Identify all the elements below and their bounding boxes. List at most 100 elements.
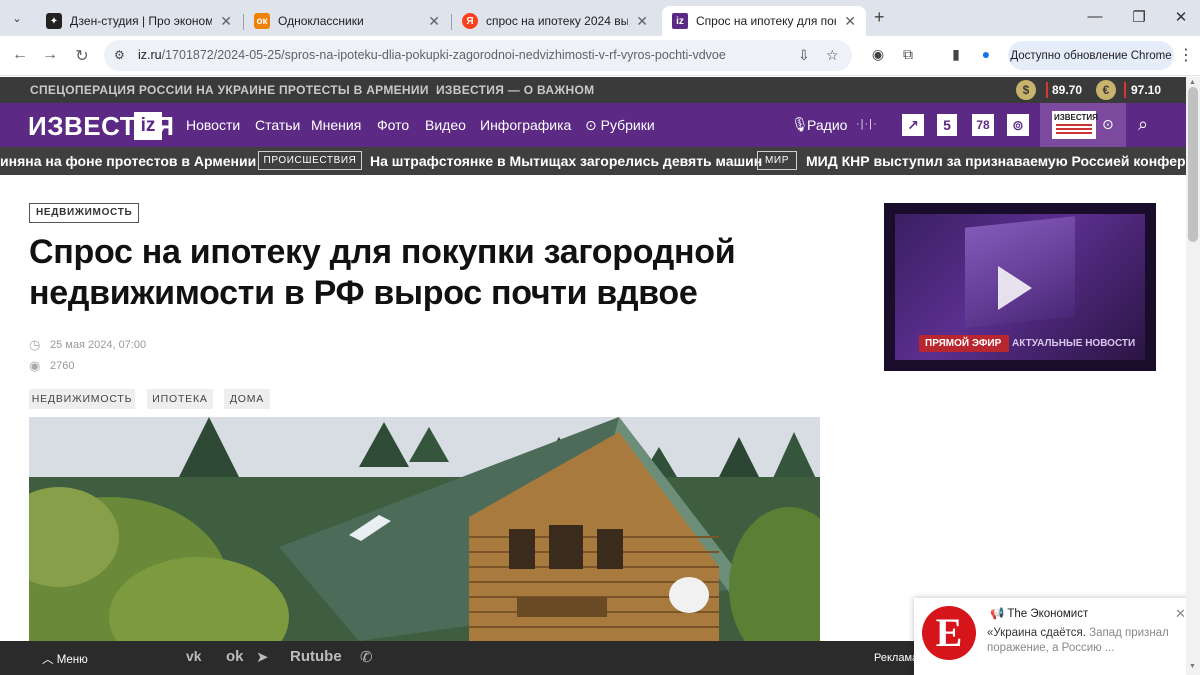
back-arrow-icon[interactable]: ← xyxy=(10,46,30,64)
address-bar[interactable]: ⚙ iz.ru/1701872/2024-05-25/spros-na-ipot… xyxy=(104,40,852,71)
radio-wave-icon[interactable]: ·|·|· xyxy=(856,118,878,130)
video-caption: ПРЯМОЙ ЭФИР АКТУАЛЬНЫЕ НОВОСТИ xyxy=(919,335,1135,352)
bottom-menu-button[interactable]: ︿ Меню xyxy=(42,651,88,667)
ticker-item[interactable]: На штрафстоянке в Мытищах загорелись дев… xyxy=(370,153,762,169)
channel-5-link[interactable]: 5 xyxy=(937,114,957,136)
notification-headline: «Украина сдаётся. xyxy=(987,627,1086,639)
rutube-link[interactable]: Rutube xyxy=(290,648,342,665)
nav-opinions[interactable]: Мнения xyxy=(311,117,361,133)
news-label: АКТУАЛЬНЫЕ НОВОСТИ xyxy=(1012,338,1136,349)
forward-arrow-icon[interactable]: → xyxy=(40,46,60,64)
ad-label: Реклама xyxy=(874,652,919,664)
hot-topic-link[interactable]: СПЕЦОПЕРАЦИЯ РОССИИ НА УКРАИНЕ xyxy=(30,83,275,97)
nav-news[interactable]: Новости xyxy=(186,117,240,133)
live-video-player[interactable]: ПРЯМОЙ ЭФИР АКТУАЛЬНЫЕ НОВОСТИ xyxy=(884,203,1156,371)
nav-video[interactable]: Видео xyxy=(425,117,466,133)
tab-izvestia-article[interactable]: iz Спрос на ипотеку для покупки ✕ xyxy=(662,6,866,36)
chevron-up-icon: ︿ xyxy=(42,654,57,666)
clock-icon: ◷ xyxy=(29,337,41,352)
scroll-down-arrow-icon[interactable]: ▼ xyxy=(1189,663,1196,670)
viber-icon[interactable]: ✆ xyxy=(360,648,373,666)
tab-close-icon[interactable]: ✕ xyxy=(844,13,856,30)
eur-trend-bar xyxy=(1124,82,1126,98)
close-icon[interactable]: ✕ xyxy=(1175,606,1186,622)
push-notification[interactable]: E 📢 The Экономист «Украина сдаётся. Запа… xyxy=(914,598,1194,675)
usd-icon: $ xyxy=(1016,80,1036,100)
scroll-up-arrow-icon[interactable]: ▲ xyxy=(1189,79,1196,86)
nav-articles[interactable]: Статьи xyxy=(255,117,300,133)
hot-topic-link[interactable]: ПРОТЕСТЫ В АРМЕНИИ xyxy=(279,83,429,97)
tab-close-icon[interactable]: ✕ xyxy=(636,13,648,30)
yandex-favicon-icon: Я xyxy=(462,13,478,29)
nav-rubrics[interactable]: ⊙ Рубрики xyxy=(585,117,655,134)
minimize-icon[interactable]: — xyxy=(1080,8,1110,25)
izvestia-edition-selector[interactable]: ИЗВЕСТИЯ ⊙ xyxy=(1040,103,1126,147)
article-date: 25 мая 2024, 07:00 xyxy=(50,339,147,351)
close-window-icon[interactable]: ✕ xyxy=(1166,8,1196,26)
telegram-icon[interactable]: ➤ xyxy=(256,648,269,666)
play-icon[interactable] xyxy=(998,266,1032,310)
tag-mortgage[interactable]: ИПОТЕКА xyxy=(147,389,213,409)
flag-icon xyxy=(1056,124,1092,136)
extensions-puzzle-icon[interactable]: ⧉ xyxy=(898,46,918,63)
restore-window-icon[interactable]: ❐ xyxy=(1124,8,1154,26)
article-rubric-badge[interactable]: НЕДВИЖИМОСТЬ xyxy=(29,203,140,223)
tab-label: Дзен-студия | Про экономику xyxy=(70,14,213,28)
tab-search-chevron-icon[interactable]: ⌄ xyxy=(6,7,28,29)
channel-izvestia-icon[interactable]: ↗ xyxy=(902,114,924,136)
profile-avatar-icon[interactable]: ● xyxy=(976,46,996,62)
side-panel-icon[interactable]: ▮ xyxy=(946,46,966,63)
extension-shield-icon[interactable]: ◉ xyxy=(868,46,888,63)
ticker-badge: МИР xyxy=(757,151,797,170)
url-text[interactable]: iz.ru/1701872/2024-05-25/spros-na-ipotek… xyxy=(138,48,726,62)
ticker-item[interactable]: иняна на фоне протестов в Армении xyxy=(0,153,256,169)
bookmark-star-icon[interactable]: ☆ xyxy=(826,47,839,64)
usd-trend-bar xyxy=(1046,82,1048,98)
izvestia-badge: ИЗВЕСТИЯ xyxy=(1052,111,1098,139)
nav-infographics[interactable]: Инфографика xyxy=(480,117,571,133)
ticker-item[interactable]: МИД КНР выступил за признаваемую Россией… xyxy=(806,153,1186,169)
notification-body: «Украина сдаётся. Запад признал поражени… xyxy=(987,626,1182,656)
radio-link[interactable]: Радио xyxy=(807,117,847,133)
tab-close-icon[interactable]: ✕ xyxy=(428,13,440,30)
eye-icon: ◉ xyxy=(29,358,41,373)
site-main-nav: ИЗВЕСТИЯ iz Новости Статьи Мнения Фото В… xyxy=(0,103,1186,147)
tag-houses[interactable]: ДОМА xyxy=(224,389,270,409)
nav-rubrics-label: Рубрики xyxy=(600,117,655,133)
vk-icon[interactable]: vk xyxy=(186,648,202,664)
video-thumbnail: ПРЯМОЙ ЭФИР АКТУАЛЬНЫЕ НОВОСТИ xyxy=(895,214,1145,360)
install-app-icon[interactable]: ⇩ xyxy=(798,47,810,64)
article-views: 2760 xyxy=(50,360,75,372)
tag-realty[interactable]: НЕДВИЖИМОСТЬ xyxy=(29,389,135,409)
dzen-favicon-icon: ✦ xyxy=(46,13,62,29)
nav-photo[interactable]: Фото xyxy=(377,117,409,133)
chrome-update-button[interactable]: Доступно обновление Chrome xyxy=(1008,41,1174,70)
menu-label: Меню xyxy=(56,654,88,666)
tab-label: Спрос на ипотеку для покупки xyxy=(696,14,836,28)
page-scrollbar[interactable]: ▲ ▼ xyxy=(1186,77,1200,675)
url-host: iz.ru xyxy=(138,48,162,62)
article-photo xyxy=(29,417,820,641)
notification-source: 📢 The Экономист xyxy=(990,606,1088,620)
chrome-menu-kebab-icon[interactable]: ⋮ xyxy=(1178,45,1194,65)
article-title: Спрос на ипотеку для покупки загородной … xyxy=(29,233,736,312)
channel-mir-icon[interactable]: ⊚ xyxy=(1007,114,1029,136)
browser-tab-bar: ⌄ ✦ Дзен-студия | Про экономику ✕ ок Одн… xyxy=(0,0,1200,36)
tab-label: спрос на ипотеку 2024 вырос xyxy=(486,14,629,28)
hot-topic-link[interactable]: ИЗВЕСТИЯ — О ВАЖНОМ xyxy=(436,83,594,97)
tab-odnoklassniki[interactable]: ок Одноклассники ✕ xyxy=(244,6,450,36)
chevron-down-icon: ⊙ xyxy=(1102,116,1114,132)
new-tab-plus-icon[interactable]: + xyxy=(874,7,885,28)
notification-source-label: The Экономист xyxy=(1007,608,1089,620)
iz-logo-mark[interactable]: iz xyxy=(134,112,162,140)
search-icon[interactable]: ⌕ xyxy=(1138,114,1148,135)
site-info-icon[interactable]: ⚙ xyxy=(114,48,125,62)
scrollbar-thumb[interactable] xyxy=(1188,87,1198,242)
wooden-house-illustration xyxy=(29,417,820,641)
tab-yandex-search[interactable]: Я спрос на ипотеку 2024 вырос ✕ xyxy=(452,6,658,36)
tab-dzen-studio[interactable]: ✦ Дзен-студия | Про экономику ✕ xyxy=(36,6,242,36)
reload-icon[interactable]: ↻ xyxy=(72,46,92,66)
ok-icon[interactable]: ok xyxy=(226,648,244,665)
channel-78-link[interactable]: 78 xyxy=(972,114,994,136)
tab-close-icon[interactable]: ✕ xyxy=(220,13,232,30)
